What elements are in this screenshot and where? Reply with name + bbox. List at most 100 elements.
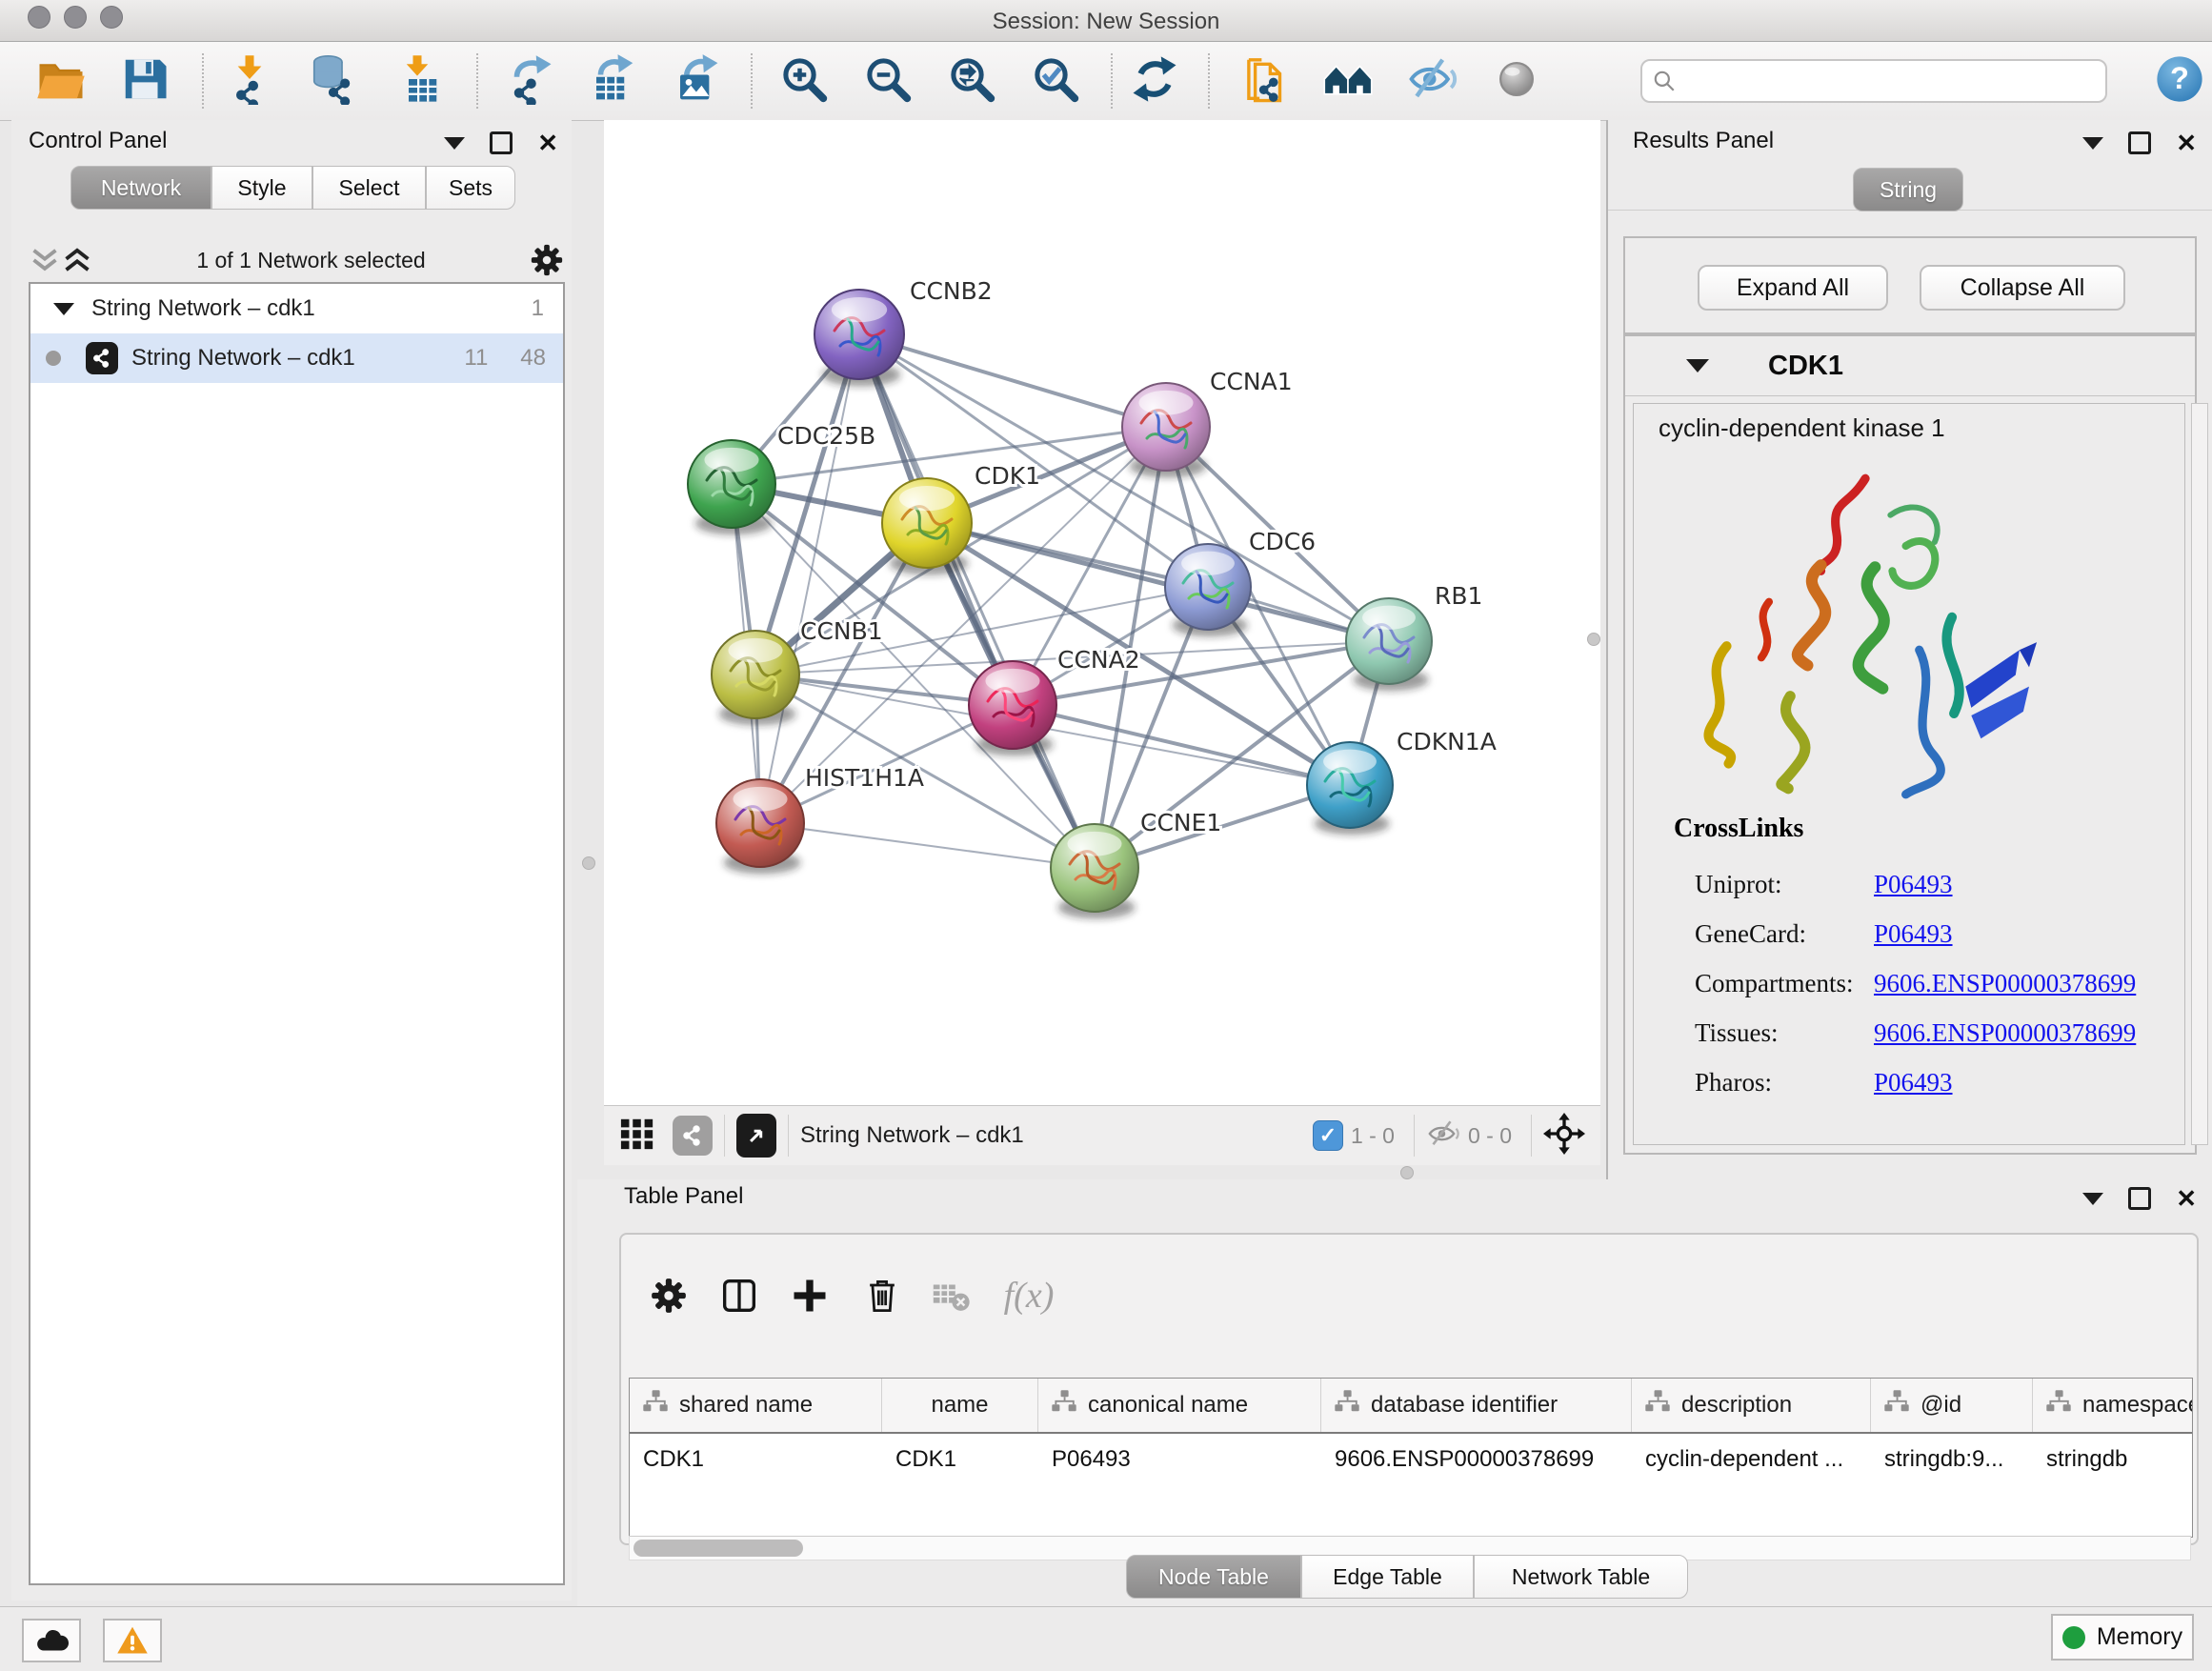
network-node-RB1[interactable]	[1346, 598, 1432, 691]
import-network-file-button[interactable]	[219, 50, 280, 111]
expand-all-button[interactable]: Expand All	[1698, 265, 1888, 311]
help-button[interactable]: ?	[2149, 50, 2210, 111]
section-collapse-icon[interactable]	[1686, 359, 1709, 372]
pan-crosshair-icon[interactable]	[1543, 1113, 1585, 1159]
table-cell[interactable]: stringdb	[2033, 1434, 2193, 1485]
network-node-CCNB1[interactable]	[712, 631, 799, 725]
cloud-status-button[interactable]	[22, 1619, 81, 1662]
edge-CCNB2-HIST1H1A[interactable]	[760, 334, 859, 823]
save-session-button[interactable]	[114, 50, 175, 111]
network-view-share-icon[interactable]	[673, 1116, 713, 1156]
network-node-CCNE1[interactable]	[1051, 824, 1138, 918]
copy-network-button[interactable]	[1237, 50, 1297, 111]
column-header-namespace[interactable]: namespace	[2033, 1379, 2193, 1432]
left-splitter-handle[interactable]	[582, 856, 595, 870]
tab-style[interactable]: Style	[211, 166, 312, 210]
graphics-details-button[interactable]	[1486, 50, 1547, 111]
column-header-description[interactable]: description	[1632, 1379, 1871, 1432]
network-node-CDC6[interactable]	[1165, 544, 1251, 636]
column-header-shared-name[interactable]: shared name	[630, 1379, 882, 1432]
crosslink-link[interactable]: P06493	[1874, 870, 1953, 899]
network-row[interactable]: String Network – cdk1 11 48	[30, 333, 563, 383]
zoom-selected-button[interactable]	[1025, 50, 1086, 111]
add-column-icon[interactable]	[783, 1269, 836, 1322]
table-cell[interactable]: P06493	[1038, 1434, 1321, 1485]
network-collection-row[interactable]: String Network – cdk1 1	[30, 284, 563, 333]
expand-all-icon[interactable]	[61, 247, 93, 273]
network-node-CCNA1[interactable]	[1122, 383, 1210, 477]
edge-CCNB2-CCNA1[interactable]	[859, 334, 1166, 427]
export-network-button[interactable]	[499, 50, 560, 111]
zoom-out-button[interactable]	[857, 50, 918, 111]
column-header-canonical-name[interactable]: canonical name	[1038, 1379, 1321, 1432]
gear-icon[interactable]	[529, 242, 565, 278]
tab-network-table[interactable]: Network Table	[1474, 1555, 1688, 1599]
panel-float-icon[interactable]	[490, 131, 513, 154]
network-home-button[interactable]	[1317, 50, 1378, 111]
crosslink-link[interactable]: P06493	[1874, 1068, 1953, 1097]
refresh-view-button[interactable]	[1124, 50, 1185, 111]
table-cell[interactable]: 9606.ENSP00000378699	[1321, 1434, 1632, 1485]
hide-selected-button[interactable]	[1401, 50, 1462, 111]
protein-section-header[interactable]: CDK1	[1625, 336, 2195, 396]
panel-float-icon[interactable]	[2128, 1187, 2151, 1210]
select-columns-icon[interactable]	[713, 1269, 766, 1322]
network-node-CDK1[interactable]	[882, 478, 972, 575]
panel-close-icon[interactable]: ✕	[2176, 134, 2197, 151]
delete-column-icon[interactable]	[855, 1269, 909, 1322]
tab-string[interactable]: String	[1853, 168, 1963, 211]
export-image-button[interactable]	[667, 50, 728, 111]
tab-edge-table[interactable]: Edge Table	[1301, 1555, 1474, 1599]
tree-expand-icon[interactable]	[53, 303, 74, 315]
panel-menu-icon[interactable]	[444, 137, 465, 150]
network-node-HIST1H1A[interactable]	[716, 779, 804, 874]
table-cell[interactable]: CDK1	[882, 1434, 1038, 1485]
birdseye-view-icon[interactable]	[736, 1114, 776, 1158]
crosslink-link[interactable]: 9606.ENSP00000378699	[1874, 1018, 2136, 1048]
panel-menu-icon[interactable]	[2082, 1193, 2103, 1205]
network-node-CDKN1A[interactable]	[1307, 742, 1393, 835]
scrollbar-thumb[interactable]	[633, 1540, 803, 1557]
zoom-in-button[interactable]	[774, 50, 835, 111]
crosslink-link[interactable]: 9606.ENSP00000378699	[1874, 969, 2136, 998]
column-header--id[interactable]: @id	[1871, 1379, 2033, 1432]
network-node-CCNB2[interactable]	[814, 290, 904, 387]
collapse-all-icon[interactable]	[29, 247, 61, 273]
panel-menu-icon[interactable]	[2082, 137, 2103, 150]
network-node-CDC25B[interactable]	[688, 440, 775, 534]
memory-button[interactable]: Memory	[2051, 1614, 2194, 1661]
table-row[interactable]: CDK1CDK1P064939606.ENSP00000378699cyclin…	[630, 1434, 2192, 1485]
bottom-splitter-handle[interactable]	[1400, 1166, 1414, 1179]
tab-network[interactable]: Network	[70, 166, 211, 210]
network-view-canvas[interactable]: CCNB2CCNA1CDC25BCDK1CDC6RB1CCNB1CCNA2CDK…	[604, 120, 1600, 1105]
network-graph[interactable]: CCNB2CCNA1CDC25BCDK1CDC6RB1CCNB1CCNA2CDK…	[604, 120, 1600, 1105]
zoom-fit-button[interactable]	[941, 50, 1002, 111]
network-node-CCNA2[interactable]	[969, 661, 1056, 755]
column-header-name[interactable]: name	[882, 1379, 1038, 1432]
table-cell[interactable]: cyclin-dependent ...	[1632, 1434, 1871, 1485]
import-network-database-button[interactable]	[303, 50, 364, 111]
panel-close-icon[interactable]: ✕	[2176, 1190, 2197, 1207]
table-settings-gear-icon[interactable]	[642, 1269, 695, 1322]
tab-select[interactable]: Select	[312, 166, 426, 210]
crosslink-link[interactable]: P06493	[1874, 919, 1953, 949]
export-table-button[interactable]	[583, 50, 644, 111]
results-scrollbar[interactable]	[2191, 403, 2208, 1145]
table-cell[interactable]: CDK1	[630, 1434, 882, 1485]
tab-node-table[interactable]: Node Table	[1126, 1555, 1301, 1599]
right-splitter-handle[interactable]	[1587, 633, 1600, 646]
grid-view-icon[interactable]	[619, 1116, 655, 1157]
tab-sets[interactable]: Sets	[426, 166, 515, 210]
collapse-all-button[interactable]: Collapse All	[1920, 265, 2125, 311]
search-input[interactable]	[1677, 68, 2096, 94]
panel-close-icon[interactable]: ✕	[537, 134, 558, 151]
warnings-button[interactable]	[103, 1619, 162, 1662]
table-cell[interactable]: stringdb:9...	[1871, 1434, 2033, 1485]
import-table-file-button[interactable]	[387, 50, 448, 111]
edge-CDK1-RB1[interactable]	[927, 523, 1389, 641]
panel-float-icon[interactable]	[2128, 131, 2151, 154]
open-session-button[interactable]	[30, 50, 91, 111]
edge-HIST1H1A-CCNE1[interactable]	[760, 823, 1095, 868]
selected-checkbox-icon[interactable]: ✓	[1313, 1120, 1343, 1151]
column-header-database-identifier[interactable]: database identifier	[1321, 1379, 1632, 1432]
